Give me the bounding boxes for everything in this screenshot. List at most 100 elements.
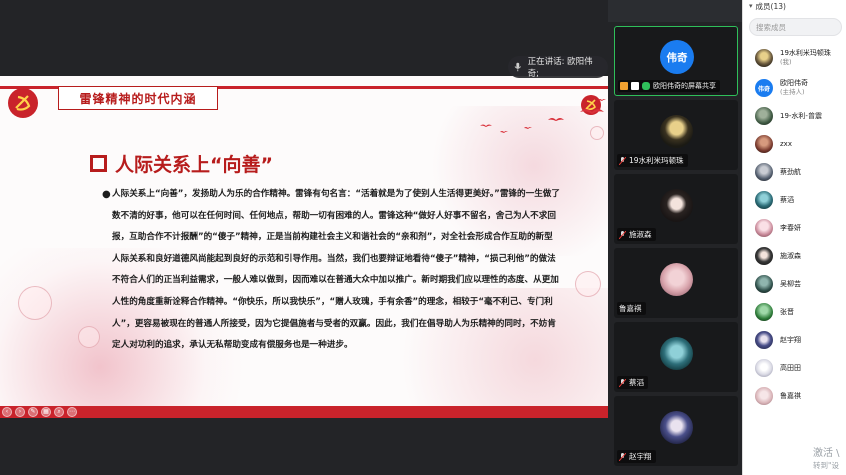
member-role: (主持人) bbox=[780, 88, 805, 96]
avatar bbox=[755, 303, 773, 321]
avatar bbox=[660, 337, 693, 370]
member-item[interactable]: 鲁嘉祺 bbox=[743, 382, 846, 410]
member-text: 鲁嘉祺 bbox=[780, 392, 801, 401]
slide-body-text: 人际关系上“向善”，发扬助人为乐的合作精神。雷锋有句名言：“活着就是为了使别人生… bbox=[112, 189, 560, 351]
member-name: 施淑森 bbox=[780, 251, 801, 260]
microphone-muted-icon bbox=[619, 156, 626, 165]
member-item[interactable]: 高田田 bbox=[743, 354, 846, 382]
tile-name-label: 鲁嘉祺 bbox=[617, 302, 646, 315]
slides-grid-icon[interactable]: ▦ bbox=[41, 407, 51, 417]
member-item[interactable]: 19-水利-曾震 bbox=[743, 102, 846, 130]
avatar bbox=[755, 135, 773, 153]
member-item[interactable]: 蔡滔 bbox=[743, 186, 846, 214]
member-item[interactable]: zxx bbox=[743, 130, 846, 158]
slide-section-title-text: 雷锋精神的时代内涵 bbox=[79, 91, 197, 106]
speaking-indicator-text: 正在讲话: 欧阳伟奇; bbox=[527, 57, 593, 79]
member-item[interactable]: 施淑森 bbox=[743, 242, 846, 270]
member-search[interactable] bbox=[749, 18, 842, 36]
speaking-indicator: 正在讲话: 欧阳伟奇; bbox=[508, 56, 608, 79]
members-title: 成员(13) bbox=[755, 1, 786, 11]
member-text: 李春妍 bbox=[780, 224, 801, 233]
video-tile[interactable]: 19水利米玛顿珠 bbox=[614, 100, 738, 170]
member-item[interactable]: 伟奇 欧阳伟奇 (主持人) bbox=[743, 74, 846, 102]
member-text: 蔡劲航 bbox=[780, 168, 801, 177]
member-text: 蔡滔 bbox=[780, 196, 794, 205]
member-search-input[interactable] bbox=[756, 22, 826, 32]
member-item[interactable]: 19水利米玛顿珠 (我) bbox=[743, 44, 846, 72]
member-item[interactable]: 李春妍 bbox=[743, 214, 846, 242]
avatar bbox=[755, 275, 773, 293]
avatar bbox=[755, 247, 773, 265]
member-item[interactable]: 蔡劲航 bbox=[743, 158, 846, 186]
member-text: zxx bbox=[780, 140, 792, 149]
avatar bbox=[755, 387, 773, 405]
more-options-icon[interactable]: ⋯ bbox=[67, 407, 77, 417]
member-item[interactable]: 吴柳芸 bbox=[743, 270, 846, 298]
microphone-icon bbox=[514, 62, 521, 72]
member-item[interactable]: 张晋 bbox=[743, 298, 846, 326]
member-name: 李春妍 bbox=[780, 223, 801, 232]
video-tile-screen-share[interactable]: 伟奇 欧阳伟奇的屏幕共享 bbox=[614, 26, 738, 96]
tile-name: 施淑森 bbox=[629, 230, 652, 239]
pen-icon[interactable]: ✎ bbox=[28, 407, 38, 417]
avatar: 伟奇 bbox=[660, 40, 694, 74]
tile-name-label: 蔡滔 bbox=[617, 376, 648, 389]
avatar bbox=[660, 189, 693, 222]
member-name: zxx bbox=[780, 139, 792, 148]
video-tile[interactable]: 鲁嘉祺 bbox=[614, 248, 738, 318]
watermark-line: 转到"设 bbox=[813, 461, 839, 470]
presentation-toolbar: ‹ › ✎ ▦ ⌕ ⋯ bbox=[2, 406, 77, 418]
member-text: 欧阳伟奇 (主持人) bbox=[780, 79, 808, 97]
slide-heading-text: 人际关系上“向善” bbox=[115, 154, 273, 176]
shared-screen-area: 雷锋精神的时代内涵 人际关系上“向善” ● 人际关系上“向善”，发扬助人为乐的合… bbox=[0, 0, 608, 475]
bubble-decoration bbox=[575, 271, 601, 297]
member-name: 吴柳芸 bbox=[780, 279, 801, 288]
video-tile[interactable]: 蔡滔 bbox=[614, 322, 738, 392]
video-tile[interactable]: 赵宇翔 bbox=[614, 396, 738, 466]
tile-name-label: 赵宇翔 bbox=[617, 450, 656, 463]
member-name: 19-水利-曾震 bbox=[780, 111, 822, 120]
member-name: 高田田 bbox=[780, 363, 801, 372]
member-text: 19水利米玛顿珠 (我) bbox=[780, 49, 831, 67]
microphone-muted-icon bbox=[619, 230, 626, 239]
tile-name: 蔡滔 bbox=[629, 378, 644, 387]
member-text: 赵宇翔 bbox=[780, 336, 801, 345]
member-name: 赵宇翔 bbox=[780, 335, 801, 344]
slide-section-title: 雷锋精神的时代内涵 bbox=[58, 86, 218, 110]
screen-share-icon bbox=[631, 82, 639, 90]
tile-name: 欧阳伟奇的屏幕共享 bbox=[653, 82, 716, 90]
chevron-down-icon[interactable]: ▾ bbox=[749, 2, 753, 10]
avatar bbox=[755, 331, 773, 349]
members-header[interactable]: ▾ 成员(13) bbox=[743, 0, 846, 12]
slide-heading: 人际关系上“向善” bbox=[90, 150, 273, 177]
member-text: 19-水利-曾震 bbox=[780, 112, 822, 121]
bullet-icon: ● bbox=[102, 189, 111, 200]
avatar bbox=[755, 163, 773, 181]
member-text: 张晋 bbox=[780, 308, 794, 317]
member-item[interactable]: 赵宇翔 bbox=[743, 326, 846, 354]
tile-name-label: 施淑森 bbox=[617, 228, 656, 241]
bubble-decoration bbox=[18, 286, 52, 320]
watermark-line: 激活 \ bbox=[813, 448, 840, 459]
video-tile[interactable]: 施淑森 bbox=[614, 174, 738, 244]
zoom-icon[interactable]: ⌕ bbox=[54, 407, 64, 417]
tile-name: 19水利米玛顿珠 bbox=[629, 156, 684, 165]
flying-birds-decoration bbox=[480, 99, 606, 133]
slide-footer-bar bbox=[0, 406, 608, 418]
avatar bbox=[755, 359, 773, 377]
avatar bbox=[755, 107, 773, 125]
avatar bbox=[660, 263, 693, 296]
microphone-muted-icon bbox=[619, 452, 626, 461]
members-panel: ▾ 成员(13) 19水利米玛顿珠 (我) 伟奇 欧阳伟奇 (主持人) bbox=[742, 0, 846, 475]
previous-slide-icon[interactable]: ‹ bbox=[2, 407, 12, 417]
heading-checkbox-icon bbox=[90, 155, 107, 172]
tile-name: 赵宇翔 bbox=[629, 452, 652, 461]
member-name: 张晋 bbox=[780, 307, 794, 316]
next-slide-icon[interactable]: › bbox=[15, 407, 25, 417]
avatar bbox=[660, 115, 693, 148]
member-role: (我) bbox=[780, 58, 792, 66]
microphone-muted-icon bbox=[619, 378, 626, 387]
person-icon bbox=[620, 82, 628, 90]
tile-name-label: 欧阳伟奇的屏幕共享 bbox=[618, 80, 720, 92]
bubble-decoration bbox=[78, 326, 100, 348]
